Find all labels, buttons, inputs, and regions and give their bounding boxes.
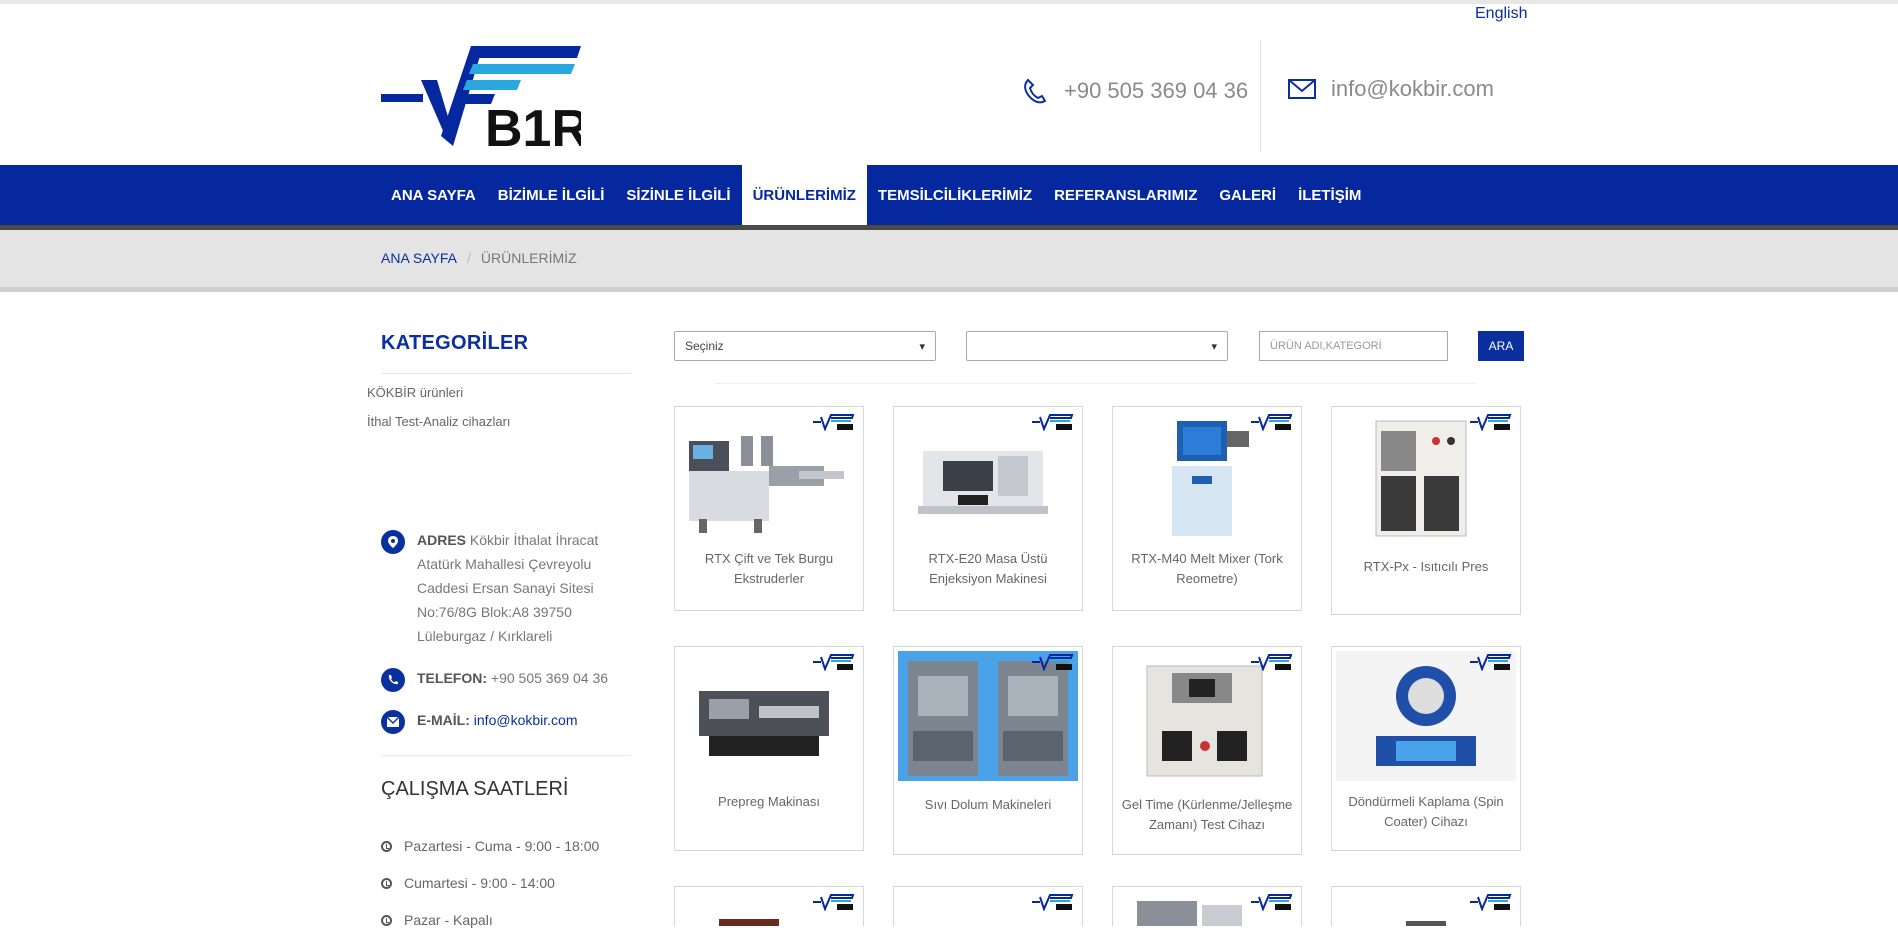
nav-item-representations[interactable]: TEMSİLCİLİKLERİMİZ <box>867 165 1043 225</box>
sidebar-divider-2 <box>381 755 631 756</box>
sidebar-category-kokbir[interactable]: KÖKBİR ürünleri <box>367 385 463 400</box>
logo-text: B1R <box>485 100 581 150</box>
watermark-logo <box>1251 414 1293 431</box>
header-email-text: info@kokbir.com <box>1331 76 1494 101</box>
product-card[interactable]: RTX-E20 Masa Üstü Enjeksiyon Makinesi <box>893 406 1083 611</box>
email-block: E-MAİL: info@kokbir.com <box>381 708 577 734</box>
nav-item-home[interactable]: ANA SAYFA <box>380 165 487 225</box>
product-title: RTX-Px - Isıtıcılı Pres <box>1363 559 1489 574</box>
phone-icon <box>1024 78 1047 104</box>
hours-weekdays-text: Pazartesi - Cuma - 9:00 - 18:00 <box>404 838 600 854</box>
product-title: Döndürmeli Kaplama (Spin Coater) Cihazı <box>1348 794 1504 829</box>
product-card[interactable] <box>893 886 1083 926</box>
product-title: RTX-M40 Melt Mixer (Tork Reometre) <box>1131 551 1283 586</box>
mail-icon <box>1288 79 1316 99</box>
search-button[interactable]: ARA <box>1478 331 1524 361</box>
address-line-4: No:76/8G Blok:A8 39750 <box>417 604 572 620</box>
product-card[interactable] <box>674 886 864 926</box>
location-pin-icon <box>381 530 405 554</box>
address-line-2: Atatürk Mahallesi Çevreyolu <box>417 556 592 572</box>
nav-item-gallery[interactable]: GALERİ <box>1208 165 1287 225</box>
watermark-logo <box>1032 654 1074 671</box>
watermark-logo <box>1032 894 1074 911</box>
product-title: RTX Çift ve Tek Burgu Ekstruderler <box>704 551 834 586</box>
header-divider <box>1260 40 1261 152</box>
company-logo[interactable]: B1R <box>381 44 581 150</box>
address-line-5: Lüleburgaz / Kırklareli <box>417 628 553 644</box>
product-card[interactable]: RTX Çift ve Tek Burgu Ekstruderler <box>674 406 864 611</box>
watermark-logo <box>1251 894 1293 911</box>
breadcrumb-home[interactable]: ANA SAYFA <box>381 250 457 266</box>
nav-item-about-us[interactable]: BİZİMLE İLGİLİ <box>487 165 616 225</box>
language-link[interactable]: English <box>1475 5 1527 23</box>
watermark-logo <box>1470 414 1512 431</box>
nav-item-products[interactable]: ÜRÜNLERİMİZ <box>741 165 867 225</box>
watermark-logo <box>1470 654 1512 671</box>
watermark-logo <box>813 414 855 431</box>
product-search-input[interactable]: ÜRÜN ADI,KATEGORİ <box>1259 331 1448 361</box>
clock-icon <box>381 877 392 889</box>
product-title: Sıvı Dolum Makineleri <box>924 797 1052 812</box>
breadcrumb-bar: ANA SAYFA / ÜRÜNLERİMİZ <box>0 230 1898 292</box>
product-title: RTX-E20 Masa Üstü Enjeksiyon Makinesi <box>928 551 1048 586</box>
header-phone-text: +90 505 369 04 36 <box>1064 78 1249 103</box>
filter-divider <box>715 383 1475 384</box>
categories-title: KATEGORİLER <box>381 332 529 354</box>
hours-weekdays: Pazartesi - Cuma - 9:00 - 18:00 <box>381 838 599 854</box>
product-card[interactable] <box>1331 886 1521 926</box>
product-card[interactable]: RTX-M40 Melt Mixer (Tork Reometre) <box>1112 406 1302 611</box>
phone-block: TELEFON: +90 505 369 04 36 <box>381 666 608 692</box>
envelope-icon <box>381 710 405 734</box>
product-card[interactable]: Sıvı Dolum Makineleri <box>893 646 1083 855</box>
subcategory-select[interactable]: ▾ <box>966 331 1228 361</box>
product-card[interactable]: RTX-Px - Isıtıcılı Pres <box>1331 406 1521 615</box>
chevron-down-icon: ▾ <box>919 340 925 353</box>
address-label: ADRES <box>417 532 467 548</box>
breadcrumb-current: ÜRÜNLERİMİZ <box>480 250 577 266</box>
address-block: ADRES Kökbir İthalat İhracat Atatürk Mah… <box>381 528 617 648</box>
watermark-logo <box>813 894 855 911</box>
product-card[interactable]: Döndürmeli Kaplama (Spin Coater) Cihazı <box>1331 646 1521 851</box>
sidebar-category-imported[interactable]: İthal Test-Analiz cihazları <box>367 414 511 429</box>
product-card[interactable]: Gel Time (Kürlenme/Jelleşme Zamanı) Test… <box>1112 646 1302 855</box>
category-select[interactable]: Seçiniz ▾ <box>674 331 936 361</box>
product-card[interactable] <box>1112 886 1302 926</box>
working-hours-title: ÇALIŞMA SAATLERİ <box>381 778 569 800</box>
product-title: Gel Time (Kürlenme/Jelleşme Zamanı) Test… <box>1121 797 1293 832</box>
product-title: Prepreg Makinası <box>718 794 820 809</box>
phone-value[interactable]: +90 505 369 04 36 <box>491 670 608 686</box>
top-border <box>0 0 1898 4</box>
address-line-1: Kökbir İthalat İhracat <box>469 532 599 548</box>
email-link[interactable]: info@kokbir.com <box>474 712 578 728</box>
clock-icon <box>381 914 392 926</box>
phone-label: TELEFON: <box>417 670 487 686</box>
watermark-logo <box>813 654 855 671</box>
chevron-down-icon: ▾ <box>1211 340 1217 353</box>
phone-circle-icon <box>381 668 405 692</box>
watermark-logo <box>1032 414 1074 431</box>
watermark-logo <box>1251 654 1293 671</box>
main-nav: ANA SAYFA BİZİMLE İLGİLİ SİZİNLE İLGİLİ … <box>0 165 1898 225</box>
nav-item-references[interactable]: REFERANSLARIMIZ <box>1043 165 1208 225</box>
category-select-value: Seçiniz <box>685 339 724 353</box>
sidebar-divider <box>381 373 631 374</box>
clock-icon <box>381 840 392 852</box>
header-phone[interactable]: +90 505 369 04 36 <box>1020 76 1248 106</box>
breadcrumb-separator: / <box>467 250 471 266</box>
address-line-3: Caddesi Ersan Sanayi Sitesi <box>417 580 594 596</box>
email-label: E-MAİL: <box>417 712 470 728</box>
nav-item-about-you[interactable]: SİZİNLE İLGİLİ <box>615 165 741 225</box>
product-card[interactable]: Prepreg Makinası <box>674 646 864 851</box>
header-email[interactable]: info@kokbir.com <box>1287 76 1494 102</box>
watermark-logo <box>1470 894 1512 911</box>
hours-saturday: Cumartesi - 9:00 - 14:00 <box>381 875 555 891</box>
hours-saturday-text: Cumartesi - 9:00 - 14:00 <box>404 875 555 891</box>
breadcrumb: ANA SAYFA / ÜRÜNLERİMİZ <box>381 250 577 266</box>
nav-item-contact[interactable]: İLETİŞİM <box>1287 165 1372 225</box>
